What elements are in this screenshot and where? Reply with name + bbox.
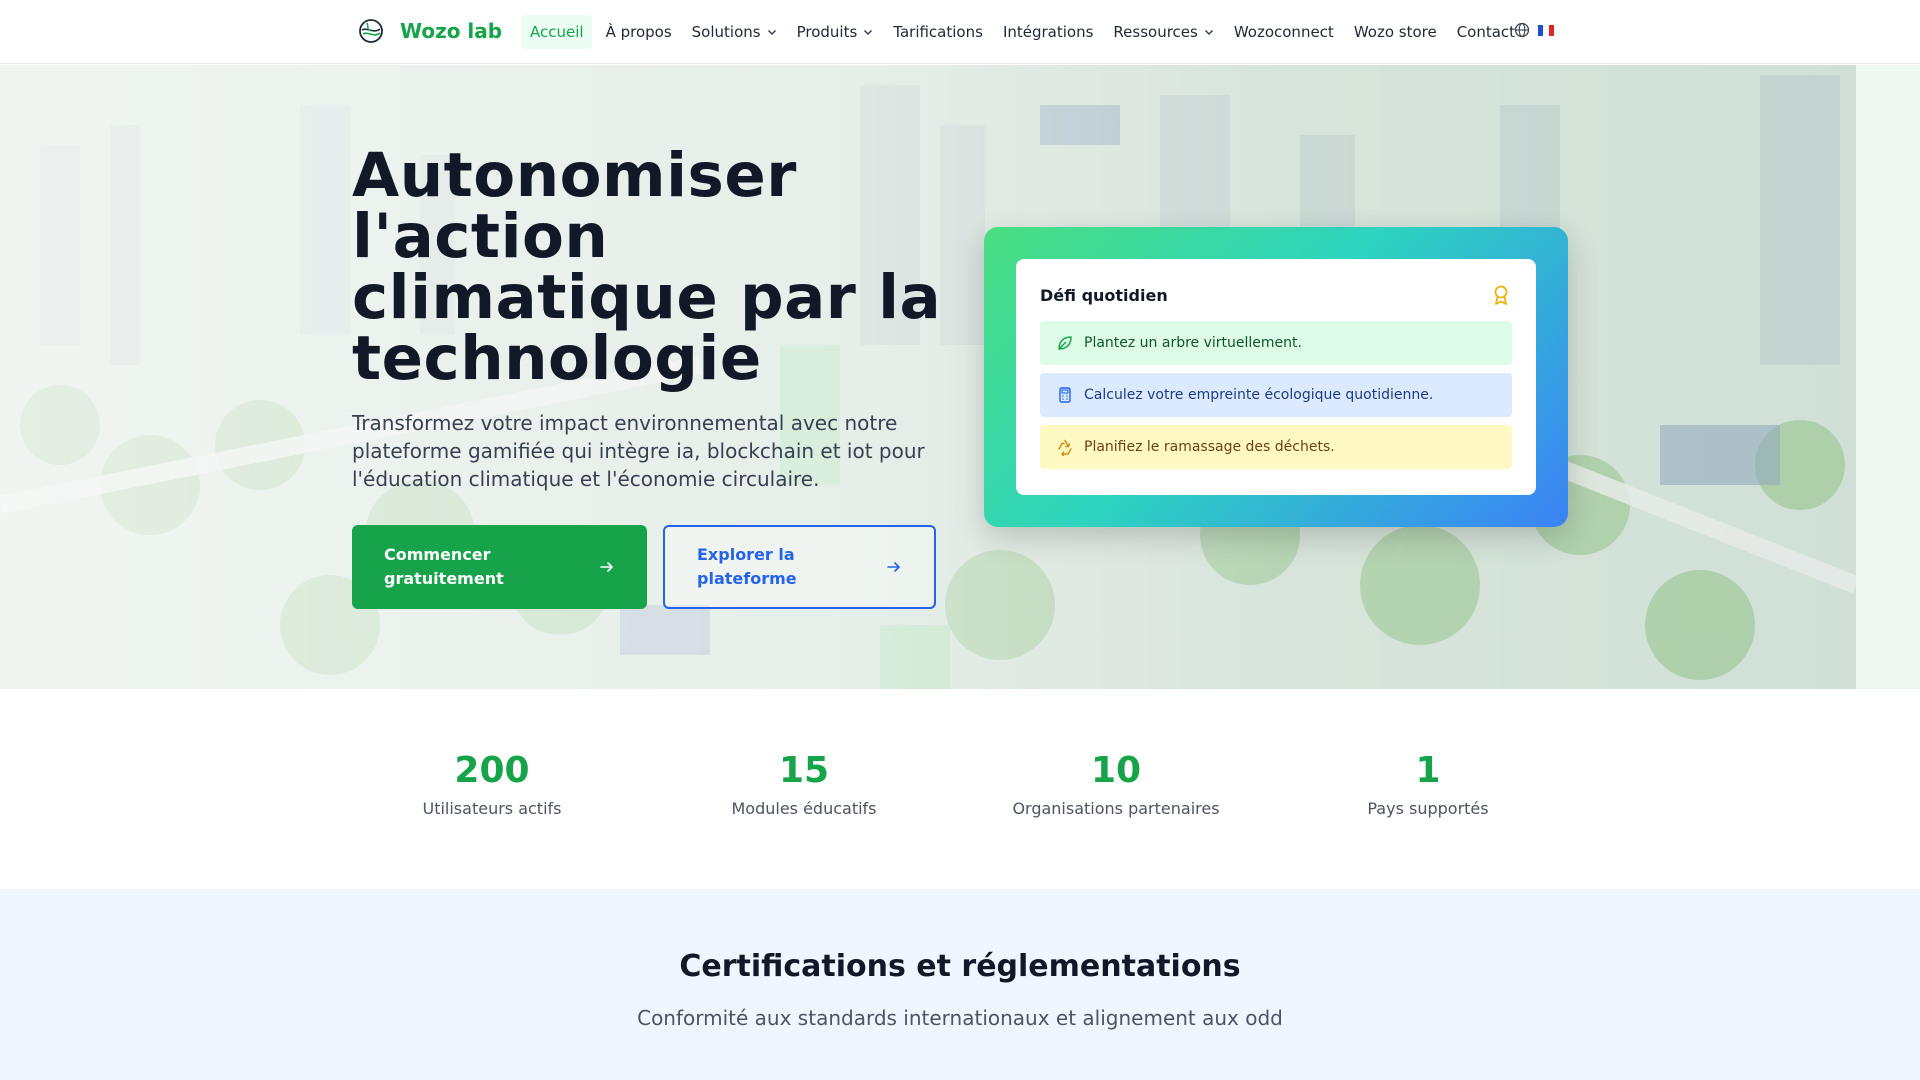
arrow-right-icon: [600, 562, 613, 572]
chevron-down-icon: [1204, 29, 1213, 36]
certifications-subtitle: Conformité aux standards internationaux …: [637, 1006, 1283, 1030]
stat-label: Organisations partenaires: [1012, 799, 1220, 818]
stat-value: 10: [1090, 750, 1142, 791]
start-free-label: Commencer gratuitement: [384, 545, 504, 588]
challenge-task-list: Plantez un arbre virtuellement. Calculez …: [1040, 321, 1512, 469]
nav-item-tarifications[interactable]: Tarifications: [883, 15, 993, 49]
certifications-title: Certifications et réglementations: [679, 949, 1241, 984]
nav-item-label: Wozo store: [1353, 23, 1437, 41]
hero-title: Autonomiser l'action climatique par la t…: [352, 140, 942, 394]
nav-item-label: Ressources: [1113, 23, 1198, 41]
stat-value: 1: [1415, 750, 1441, 791]
nav-item-produits[interactable]: Produits: [787, 15, 884, 49]
daily-challenge-panel: Défi quotidien Plantez un arbre virtuell…: [1016, 259, 1536, 495]
hero-subtitle: Transformez votre impact environnemental…: [352, 411, 925, 491]
globe-icon: [1514, 22, 1530, 38]
nav-item-wozoconnect[interactable]: Wozoconnect: [1224, 15, 1344, 49]
award-icon: [1494, 285, 1508, 305]
nav-item-wozo-store[interactable]: Wozo store: [1344, 15, 1447, 49]
stat-item: 10 Organisations partenaires: [960, 749, 1272, 818]
flag-fr-icon: [1538, 24, 1554, 36]
stats-section: 200 Utilisateurs actifs 15 Modules éducatif…: [0, 689, 1920, 889]
daily-challenge-card: Défi quotidien Plantez un arbre virtuell…: [984, 227, 1568, 527]
stat-label: Pays supportés: [1367, 799, 1489, 818]
certifications-section: Certifications et réglementations Confor…: [0, 889, 1920, 1080]
stat-item: 1 Pays supportés: [1272, 749, 1584, 818]
start-free-button[interactable]: Commencer gratuitement: [352, 525, 647, 609]
recycle-icon: [1058, 439, 1072, 456]
nav-item-label: Produits: [796, 23, 858, 41]
nav-item--propos[interactable]: À propos: [596, 15, 682, 49]
language-selector[interactable]: [1514, 22, 1554, 38]
challenge-task[interactable]: Plantez un arbre virtuellement.: [1040, 321, 1512, 365]
calculator-icon: [1059, 387, 1071, 403]
challenge-task-label: Calculez votre empreinte écologique quot…: [1084, 387, 1434, 403]
nav-item-label: Intégrations: [1002, 23, 1094, 41]
arrow-right-icon: [887, 562, 900, 572]
challenge-task[interactable]: Calculez votre empreinte écologique quot…: [1040, 373, 1512, 417]
brand[interactable]: Wozo lab: [358, 18, 502, 44]
explore-platform-button[interactable]: Explorer la plateforme: [663, 525, 936, 609]
hero-section: Autonomiser l'action climatique par la t…: [0, 65, 1920, 689]
nav-item-accueil[interactable]: Accueil: [522, 15, 592, 49]
stat-value: 15: [778, 750, 830, 791]
stat-label: Utilisateurs actifs: [422, 799, 562, 818]
explore-platform-label: Explorer la plateforme: [697, 545, 797, 588]
nav-item-label: Solutions: [691, 23, 761, 41]
hero-edge-strip: [1856, 65, 1920, 689]
nav-item-ressources[interactable]: Ressources: [1103, 15, 1223, 49]
stat-label: Modules éducatifs: [731, 799, 877, 818]
nav-item-label: Wozoconnect: [1233, 23, 1334, 41]
challenge-task[interactable]: Planifiez le ramassage des déchets.: [1040, 425, 1512, 469]
brand-name: Wozo lab: [400, 19, 503, 43]
nav-item-label: Contact: [1456, 23, 1516, 41]
challenge-task-label: Planifiez le ramassage des déchets.: [1084, 439, 1335, 455]
daily-challenge-title: Défi quotidien: [1040, 285, 1168, 305]
challenge-task-label: Plantez un arbre virtuellement.: [1084, 335, 1302, 351]
chevron-down-icon: [864, 29, 873, 36]
stat-value: 200: [454, 750, 530, 791]
leaf-icon: [1058, 336, 1072, 350]
nav-item-label: À propos: [605, 23, 672, 41]
main-menu: Accueil À propos Solutions Produits Tarifica…: [522, 15, 1525, 49]
stat-item: 200 Utilisateurs actifs: [336, 749, 648, 818]
globe-leaf-logo-icon: [359, 19, 383, 43]
nav-item-label: Tarifications: [893, 23, 983, 41]
chevron-down-icon: [767, 29, 776, 36]
nav-item-int-grations[interactable]: Intégrations: [993, 15, 1103, 49]
stat-item: 15 Modules éducatifs: [648, 749, 960, 818]
nav-item-solutions[interactable]: Solutions: [682, 15, 787, 49]
nav-item-label: Accueil: [530, 23, 584, 41]
top-navigation: Wozo lab Accueil À propos Solutions Produit…: [0, 0, 1920, 64]
